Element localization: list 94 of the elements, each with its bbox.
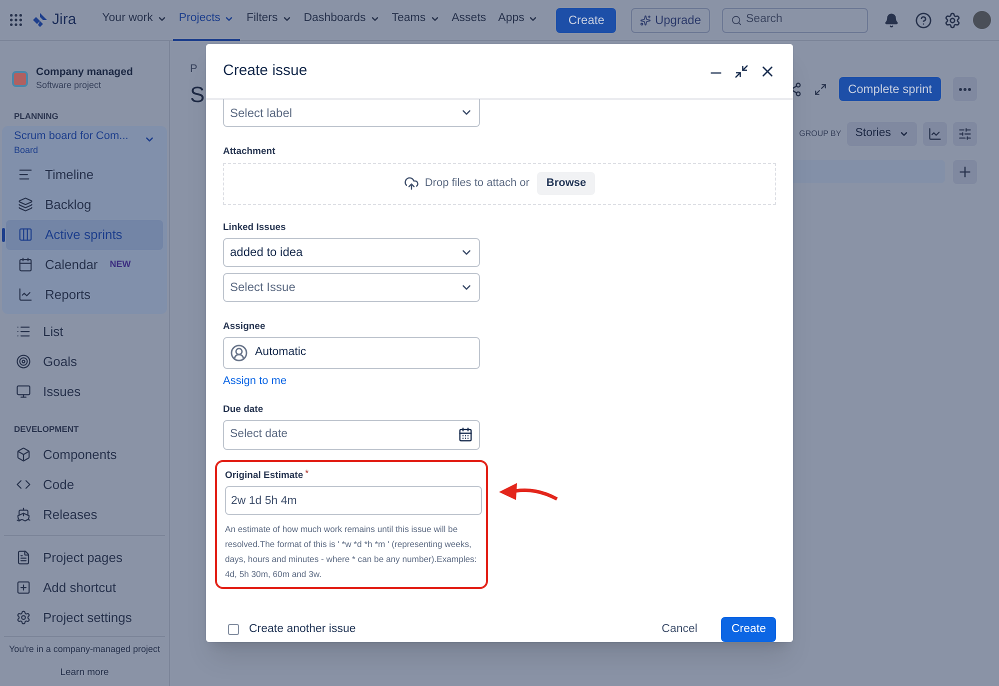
required-mark: * [305, 468, 309, 480]
section-heading: PLANNING [13, 110, 60, 122]
checkbox-label: Create another issue [249, 622, 356, 637]
notifications-icon[interactable] [884, 12, 899, 28]
nav-menu-item[interactable]: Filters [240, 0, 298, 40]
browse-button[interactable]: Browse [537, 172, 596, 195]
product-name: Jira [52, 10, 76, 30]
board-switcher[interactable]: Scrum board for Com... Board [2, 126, 167, 160]
ship-icon [16, 506, 31, 522]
add-shortcut-icon [16, 580, 31, 595]
target-icon [16, 354, 31, 370]
create-button[interactable]: Create [556, 8, 616, 32]
avatar[interactable] [973, 11, 991, 29]
issue-select[interactable]: Select Issue [223, 272, 480, 302]
search-field[interactable]: Search [722, 8, 868, 32]
app-switcher-icon[interactable] [8, 12, 24, 28]
attachment-dropzone[interactable]: Drop files to attach or Browse [223, 162, 776, 204]
field-label: Assignee [223, 320, 266, 334]
sidebar-item[interactable]: Reports [6, 280, 163, 310]
create-button[interactable]: Create [721, 617, 776, 642]
nav-menu-item[interactable]: Apps [492, 0, 544, 40]
expand-icon[interactable] [814, 82, 827, 96]
sidebar-item[interactable]: Timeline [6, 160, 163, 190]
page-icon [16, 550, 31, 565]
settings-icon [16, 610, 31, 625]
cancel-button[interactable]: Cancel [650, 617, 710, 642]
sidebar-item[interactable]: Code [4, 469, 165, 500]
field-label: Original Estimate [225, 468, 304, 483]
search-icon [731, 14, 742, 26]
sidebar-item[interactable]: Backlog [6, 190, 163, 220]
view-settings-button[interactable] [953, 122, 977, 146]
nav-menu-item[interactable]: Teams [386, 0, 446, 40]
nav-menu-item[interactable]: Dashboards [298, 0, 386, 40]
field-label: Due date [223, 402, 264, 416]
project-avatar [12, 71, 28, 88]
insights-button[interactable] [923, 122, 947, 146]
calendar-icon [18, 257, 33, 272]
more-icon [959, 88, 971, 90]
sidebar-item[interactable]: Add shortcut [4, 572, 165, 602]
sidebar-item[interactable]: Project settings [4, 602, 165, 632]
label-select[interactable]: Select label [223, 99, 480, 128]
chart-icon [928, 126, 942, 140]
board-columns-icon [18, 227, 33, 242]
logo-icon [32, 12, 48, 28]
backlog-icon [18, 197, 33, 212]
sidebar-item[interactable]: Issues [4, 376, 165, 407]
cloud-upload-icon [404, 176, 419, 191]
sparkle-icon [640, 14, 651, 26]
complete-sprint-button[interactable]: Complete sprint [838, 77, 941, 101]
group-by-label: GROUP BY [799, 128, 842, 140]
date-field[interactable]: Select date [223, 420, 480, 450]
breadcrumb[interactable]: P [190, 61, 205, 78]
assignee-select[interactable]: Automatic [223, 337, 480, 369]
nav-menu-item[interactable]: Your work [96, 0, 173, 40]
assign-to-me-link[interactable]: Assign to me [223, 373, 776, 390]
settings-icon[interactable] [944, 12, 961, 28]
user-avatar-icon [230, 344, 248, 362]
monitor-icon [16, 384, 31, 400]
estimate-help-text: An estimate of how much work remains until this issue will be resolved.The format of this is ' *w *d *h *m ' (representing weeks, days, hours and minutes - where * can be any number).Examples: 4d, 5h 30m, 60m and 3w. [225, 523, 478, 581]
project-type: Software project [36, 79, 102, 92]
component-icon [16, 446, 31, 462]
field-label: Attachment [223, 145, 276, 160]
list-icon [16, 324, 31, 340]
dropzone-text: Drop files to attach or [424, 176, 530, 192]
field-label: Linked Issues [223, 220, 287, 234]
create-another-checkbox[interactable] [228, 624, 239, 635]
chart-icon [18, 287, 33, 302]
link-type-select[interactable]: added to idea [223, 238, 480, 267]
timeline-icon [18, 167, 33, 182]
sliders-icon [958, 126, 972, 140]
sidebar-item[interactable]: Releases [4, 499, 165, 530]
sidebar-item[interactable]: Calendar NEW [6, 250, 163, 280]
board-title: S [190, 80, 205, 108]
dialog-title: Create issue [223, 60, 308, 81]
nav-menu-item[interactable]: Projects [172, 0, 240, 40]
nav-menu-item[interactable]: Assets [446, 0, 492, 40]
sidebar-item[interactable]: Goals [4, 346, 165, 377]
add-column-button[interactable] [953, 160, 977, 184]
footer-text: You're in a company-managed project [8, 643, 161, 656]
upgrade-button[interactable]: Upgrade [630, 8, 710, 32]
learn-more-link[interactable]: Learn more [0, 666, 169, 680]
sidebar-item[interactable]: Components [4, 439, 165, 470]
new-label: NEW [110, 258, 131, 271]
group-by-dropdown[interactable]: Stories [847, 122, 917, 146]
project-name: Company managed [36, 66, 133, 80]
help-icon[interactable] [915, 12, 932, 28]
sidebar-item[interactable]: Project pages [4, 542, 165, 572]
more-button[interactable] [953, 77, 977, 101]
section-heading: DEVELOPMENT [13, 422, 80, 436]
sidebar-item[interactable]: List [4, 316, 165, 347]
plus-icon [957, 164, 973, 180]
calendar-icon [458, 427, 473, 442]
estimate-field[interactable]: 2w 1d 5h 4m [225, 486, 482, 515]
collapse-icon[interactable] [734, 64, 749, 79]
